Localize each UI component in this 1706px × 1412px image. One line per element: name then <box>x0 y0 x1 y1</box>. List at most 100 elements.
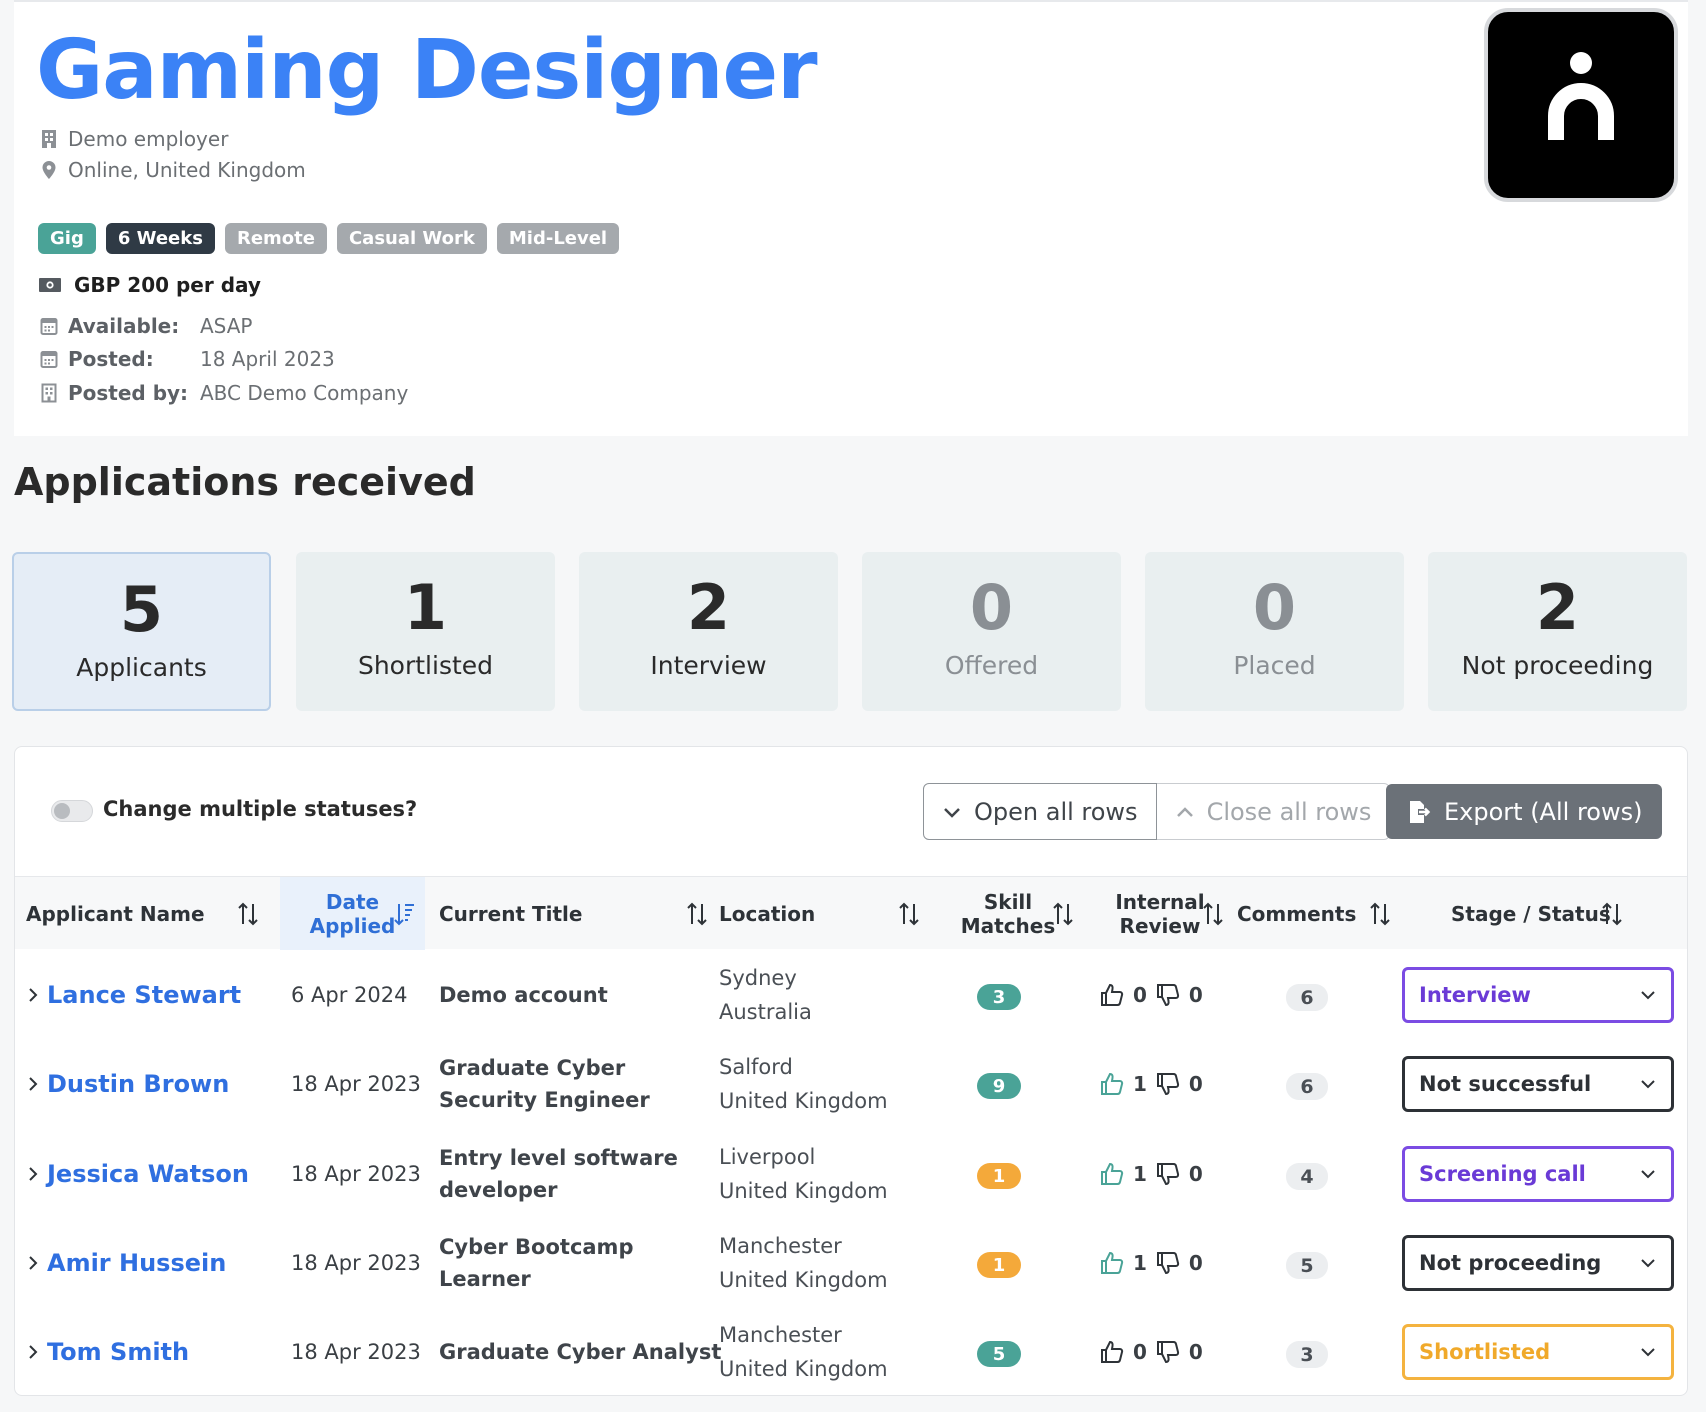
thumbs-up-icon[interactable] <box>1099 1071 1125 1097</box>
skill-match-badge[interactable]: 5 <box>977 1341 1021 1367</box>
status-value: Shortlisted <box>1419 1340 1551 1364</box>
header-label-block: Internal Review <box>1104 890 1216 938</box>
applicant-name-link[interactable]: Lance Stewart <box>27 950 241 1039</box>
table-row[interactable]: Dustin Brown 18 Apr 2023 Graduate Cyber … <box>15 1039 1687 1128</box>
thumbs-up-icon[interactable] <box>1099 982 1125 1008</box>
sort-icon <box>1053 902 1073 926</box>
chevron-right-icon <box>29 987 38 1002</box>
job-title: Gaming Designer <box>36 23 818 118</box>
skill-match-badge[interactable]: 1 <box>977 1163 1021 1189</box>
status-value: Not proceeding <box>1419 1251 1602 1275</box>
header-label: Date <box>325 889 380 914</box>
comment-count-badge[interactable]: 5 <box>1286 1252 1328 1279</box>
stat-label: Applicants <box>76 653 207 682</box>
header-internal-review[interactable]: Internal Review <box>1085 877 1235 950</box>
chevron-down-icon <box>1641 1080 1655 1089</box>
location-city: Liverpool <box>719 1144 816 1169</box>
thumbs-down-icon[interactable] <box>1155 1161 1181 1187</box>
stat-count: 1 <box>403 571 448 644</box>
thumbs-down-icon[interactable] <box>1155 982 1181 1008</box>
skill-match-badge[interactable]: 9 <box>977 1073 1021 1099</box>
applicant-name-link[interactable]: Jessica Watson <box>27 1129 249 1218</box>
stat-placed[interactable]: 0 Placed <box>1145 552 1404 711</box>
location-country: United Kingdom <box>719 1088 888 1113</box>
multi-status-toggle[interactable] <box>51 800 93 822</box>
thumbs-up-icon[interactable] <box>1099 1339 1125 1365</box>
header-skill-matches[interactable]: Skill Matches <box>933 877 1083 950</box>
thumbs-down-icon[interactable] <box>1155 1071 1181 1097</box>
header-applicant-name[interactable]: Applicant Name <box>26 877 270 950</box>
comment-count-badge[interactable]: 3 <box>1286 1341 1328 1368</box>
stat-label: Shortlisted <box>357 651 494 680</box>
comment-count-badge[interactable]: 6 <box>1286 984 1328 1011</box>
detail-posted-by: Posted by: ABC Demo Company <box>40 381 408 405</box>
skill-match-badge[interactable]: 3 <box>977 984 1021 1010</box>
detail-value: 18 April 2023 <box>200 347 335 371</box>
table-row[interactable]: Amir Hussein 18 Apr 2023 Cyber Bootcamp … <box>15 1218 1687 1307</box>
skill-match-badge[interactable]: 1 <box>977 1252 1021 1278</box>
applicant-name-link[interactable]: Dustin Brown <box>27 1039 229 1128</box>
tag-duration: 6 Weeks <box>105 223 215 254</box>
current-title: Demo account <box>439 982 608 1007</box>
applicant-name-link[interactable]: Amir Hussein <box>27 1218 226 1307</box>
job-location: Online, United Kingdom <box>68 158 306 182</box>
thumbs-up-icon[interactable] <box>1099 1250 1125 1276</box>
stat-shortlisted[interactable]: 1 Shortlisted <box>296 552 555 711</box>
current-title: Entry level software developer <box>439 1145 678 1202</box>
stat-interview[interactable]: 2 Interview <box>579 552 838 711</box>
header-stage-status[interactable]: Stage / Status <box>1451 877 1681 950</box>
sort-icon <box>1370 902 1390 926</box>
internal-review: 1 0 <box>1099 1218 1203 1307</box>
table-row[interactable]: Lance Stewart 6 Apr 2024 Demo account Sy… <box>15 950 1687 1039</box>
detail-label: Available: <box>68 314 180 338</box>
sort-icon <box>1203 902 1223 926</box>
stat-applicants[interactable]: 5 Applicants <box>12 552 271 711</box>
internal-review: 0 0 <box>1099 1307 1203 1396</box>
status-dropdown[interactable]: Not successful <box>1402 1056 1674 1112</box>
location-city: Sydney <box>719 965 797 990</box>
sort-icon <box>899 902 919 926</box>
date-applied: 18 Apr 2023 <box>291 1339 421 1364</box>
date-applied: 18 Apr 2023 <box>291 1250 421 1275</box>
location-country: Australia <box>719 999 812 1024</box>
status-value: Not successful <box>1419 1072 1592 1096</box>
company-logo-icon <box>1548 52 1614 140</box>
comment-count-badge[interactable]: 4 <box>1286 1163 1328 1190</box>
detail-posted: Posted: 18 April 2023 <box>40 347 335 371</box>
table-row[interactable]: Jessica Watson 18 Apr 2023 Entry level s… <box>15 1129 1687 1218</box>
status-dropdown[interactable]: Interview <box>1402 967 1674 1023</box>
map-pin-icon <box>42 161 56 179</box>
thumbs-down-icon[interactable] <box>1155 1250 1181 1276</box>
tag-level: Mid-Level <box>496 223 620 254</box>
status-dropdown[interactable]: Not proceeding <box>1402 1235 1674 1291</box>
chevron-right-icon <box>29 1076 38 1091</box>
comment-count-badge[interactable]: 6 <box>1286 1073 1328 1100</box>
thumbs-up-count: 1 <box>1133 1071 1147 1096</box>
stat-not-proceeding[interactable]: 2 Not proceeding <box>1428 552 1687 711</box>
stat-offered[interactable]: 0 Offered <box>862 552 1121 711</box>
thumbs-up-icon[interactable] <box>1099 1161 1125 1187</box>
applicants-table-card: Change multiple statuses? Open all rows … <box>14 746 1688 1396</box>
export-button[interactable]: Export (All rows) <box>1386 784 1663 839</box>
status-dropdown[interactable]: Shortlisted <box>1402 1324 1674 1380</box>
salary-text: GBP 200 per day <box>74 273 261 297</box>
header-current-title[interactable]: Current Title <box>439 877 719 950</box>
date-applied: 6 Apr 2024 <box>291 982 408 1007</box>
close-all-rows-button[interactable]: Close all rows <box>1156 783 1391 840</box>
header-date-applied[interactable]: Date Applied <box>280 877 425 950</box>
status-dropdown[interactable]: Screening call <box>1402 1146 1674 1202</box>
open-all-rows-button[interactable]: Open all rows <box>923 783 1157 840</box>
thumbs-down-count: 0 <box>1188 1250 1203 1275</box>
table-row[interactable]: Tom Smith 18 Apr 2023 Graduate Cyber Ana… <box>15 1307 1687 1396</box>
header-comments[interactable]: Comments <box>1237 877 1397 950</box>
open-all-rows-label: Open all rows <box>974 797 1138 826</box>
chevron-right-icon <box>29 1255 38 1270</box>
company-logo <box>1484 8 1678 202</box>
header-location[interactable]: Location <box>719 877 929 950</box>
table-header: Applicant Name Date Applied Current Titl… <box>15 876 1687 950</box>
thumbs-down-icon[interactable] <box>1155 1339 1181 1365</box>
location-country: United Kingdom <box>719 1178 888 1203</box>
building-icon <box>42 130 56 148</box>
applicant-name-link[interactable]: Tom Smith <box>27 1307 189 1396</box>
applicant-name: Jessica Watson <box>47 1159 249 1188</box>
